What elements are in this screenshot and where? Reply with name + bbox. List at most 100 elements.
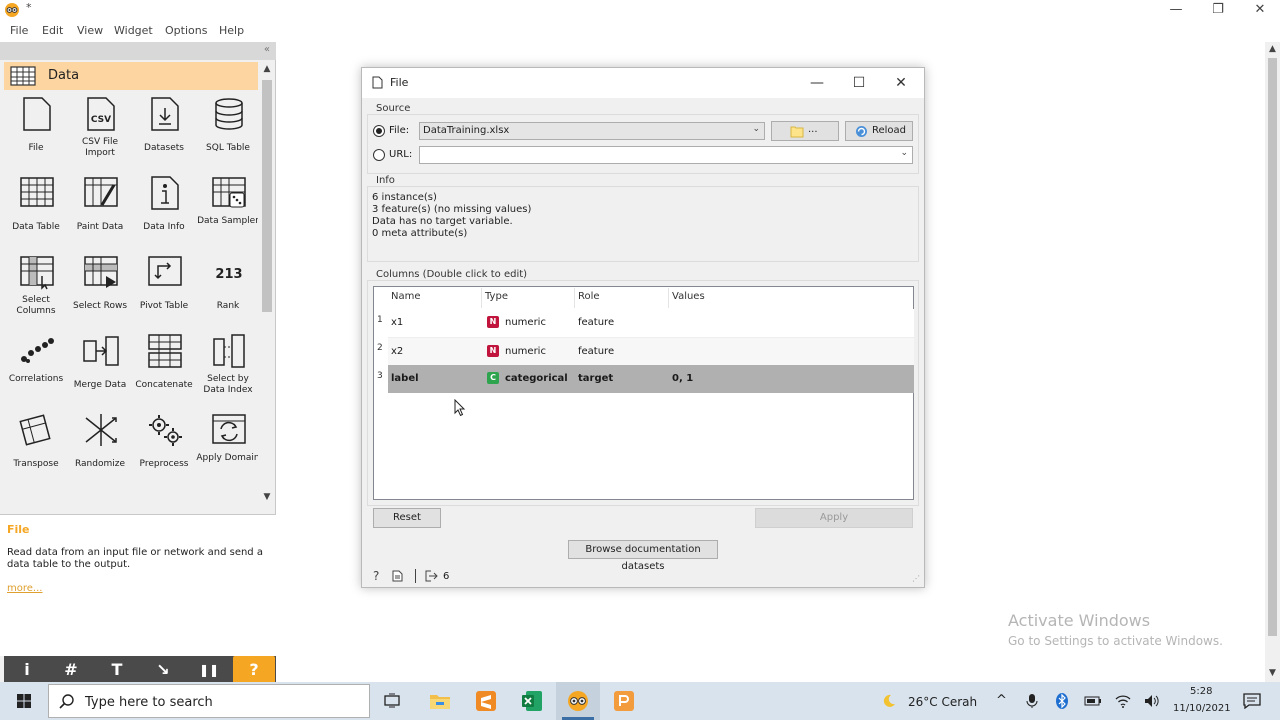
scroll-down-icon[interactable]: ▼	[1265, 668, 1280, 678]
info-toggle-icon[interactable]: i	[6, 656, 48, 684]
widget-datasets[interactable]: Datasets	[132, 92, 196, 170]
widget-sql-table[interactable]: SQL Table	[196, 92, 258, 170]
grid-icon[interactable]: #	[50, 656, 92, 684]
file-radio[interactable]	[373, 125, 385, 137]
header-role[interactable]: Role	[578, 291, 600, 302]
help-question-icon[interactable]: ?	[373, 569, 379, 583]
restore-button[interactable]: ❐	[1196, 0, 1240, 20]
widget-paint-data[interactable]: Paint Data	[68, 171, 132, 249]
table-row[interactable]: x1 N numeric feature	[388, 309, 914, 337]
widget-rank[interactable]: 213 Rank	[196, 250, 258, 328]
widget-file[interactable]: File	[4, 92, 68, 170]
menu-view[interactable]: View	[77, 24, 103, 37]
menu-edit[interactable]: Edit	[42, 24, 63, 37]
header-type[interactable]: Type	[485, 291, 508, 302]
file-widget-dialog: File — ☐ ✕ Source File: DataTraining.xls…	[361, 67, 925, 588]
clock-date[interactable]: 11/10/2021	[1173, 703, 1231, 714]
widget-apply-domain[interactable]: Apply Domain	[196, 408, 258, 486]
url-combo[interactable]: ⌄	[419, 146, 913, 164]
menu-file[interactable]: File	[10, 24, 28, 37]
widget-merge-data[interactable]: Merge Data	[68, 329, 132, 407]
chevron-down-icon: ⌄	[752, 124, 760, 134]
header-values[interactable]: Values	[672, 291, 705, 302]
scroll-up-icon[interactable]: ▲	[1265, 44, 1280, 54]
header-name[interactable]: Name	[391, 291, 421, 302]
widget-preprocess[interactable]: Preprocess	[132, 408, 196, 486]
task-view-icon[interactable]	[383, 692, 401, 710]
widget-select-by-data-index[interactable]: Select by Data Index	[196, 329, 258, 407]
taskbar-search-box[interactable]: Type here to search	[48, 684, 370, 718]
file-combo-value: DataTraining.xlsx	[423, 125, 510, 136]
widget-select-rows[interactable]: Select Rows	[68, 250, 132, 328]
canvas-scrollbar[interactable]: ▲ ▼	[1265, 42, 1280, 682]
bluetooth-icon[interactable]	[1055, 692, 1069, 710]
scroll-down-icon[interactable]: ▼	[259, 492, 275, 504]
table-row[interactable]: x2 N numeric feature	[388, 337, 914, 365]
apply-button[interactable]: Apply	[755, 508, 913, 528]
excel-icon[interactable]	[520, 689, 544, 713]
report-icon[interactable]	[392, 570, 403, 582]
table-row-selected[interactable]: label C categorical target 0, 1	[388, 365, 914, 393]
widget-select-columns[interactable]: Select Columns	[4, 250, 68, 328]
scroll-up-icon[interactable]: ▲	[259, 64, 275, 76]
row-number: 3	[377, 371, 383, 381]
cell-type: categorical	[505, 373, 568, 384]
tray-chevron-up-icon[interactable]: ^	[996, 693, 1007, 708]
url-radio[interactable]	[373, 149, 385, 161]
widget-csv-file-import[interactable]: CSV CSV File Import	[68, 92, 132, 170]
notification-icon[interactable]	[1243, 693, 1261, 709]
category-data-header[interactable]: Data	[4, 62, 258, 90]
pdf-reader-icon[interactable]	[612, 689, 636, 713]
arrow-annotation-icon[interactable]: ↘	[142, 656, 184, 684]
widget-scrollbar[interactable]: ▲ ▼	[259, 62, 275, 508]
widget-label: Data Info	[143, 222, 185, 232]
resize-grip-icon[interactable]: ⋰	[912, 574, 920, 583]
widget-transpose[interactable]: Transpose	[4, 408, 68, 486]
unsaved-marker: *	[26, 1, 32, 14]
widget-data-sampler[interactable]: Data Sampler	[196, 171, 258, 249]
folder-icon	[790, 126, 804, 138]
widget-label: Datasets	[144, 143, 184, 153]
taskbar-active-orange[interactable]	[556, 682, 600, 720]
help-icon[interactable]: ?	[233, 656, 275, 684]
dialog-close-button[interactable]: ✕	[886, 72, 916, 94]
file-explorer-icon[interactable]	[428, 689, 452, 713]
menu-options[interactable]: Options	[165, 24, 207, 37]
widget-data-info[interactable]: Data Info	[132, 171, 196, 249]
wifi-icon[interactable]	[1114, 693, 1132, 709]
widget-concatenate[interactable]: Concatenate	[132, 329, 196, 407]
close-button[interactable]: ✕	[1238, 0, 1280, 20]
windows-start-icon[interactable]	[0, 682, 48, 720]
minimize-button[interactable]: —	[1154, 0, 1198, 20]
menu-bar: File Edit View Widget Options Help	[0, 21, 1280, 41]
menu-widget[interactable]: Widget	[114, 24, 153, 37]
text-annotation-icon[interactable]: T	[96, 656, 138, 684]
dialog-minimize-button[interactable]: —	[802, 72, 832, 94]
browse-file-button[interactable]: ...	[771, 121, 839, 141]
reset-button[interactable]: Reset	[373, 508, 441, 528]
row-number: 1	[377, 315, 383, 325]
file-combo[interactable]: DataTraining.xlsx ⌄	[419, 122, 765, 140]
menu-help[interactable]: Help	[219, 24, 244, 37]
reload-button[interactable]: Reload	[845, 121, 913, 141]
dialog-status-bar: ? 6 ⋰	[362, 566, 924, 588]
volume-icon[interactable]	[1143, 693, 1161, 709]
weather-text[interactable]: 26°C Cerah	[908, 695, 977, 709]
microphone-icon[interactable]	[1026, 693, 1038, 709]
collapse-panel-icon[interactable]: «	[264, 44, 270, 55]
pause-icon[interactable]: ❚❚	[188, 656, 230, 684]
cell-values: 0, 1	[672, 373, 694, 384]
scroll-thumb[interactable]	[262, 80, 272, 312]
widget-pivot-table[interactable]: Pivot Table	[132, 250, 196, 328]
svg-text:213: 213	[215, 267, 242, 282]
dialog-maximize-button[interactable]: ☐	[844, 72, 874, 94]
description-more-link[interactable]: more...	[7, 583, 42, 594]
clock-time[interactable]: 5:28	[1190, 686, 1212, 697]
battery-icon[interactable]	[1084, 694, 1102, 708]
widget-correlations[interactable]: Correlations	[4, 329, 68, 407]
widget-randomize[interactable]: Randomize	[68, 408, 132, 486]
canvas-scroll-thumb[interactable]	[1268, 58, 1277, 636]
widget-data-table[interactable]: Data Table	[4, 171, 68, 249]
sublime-text-icon[interactable]	[474, 689, 498, 713]
browse-documentation-button[interactable]: Browse documentation datasets	[568, 540, 718, 572]
